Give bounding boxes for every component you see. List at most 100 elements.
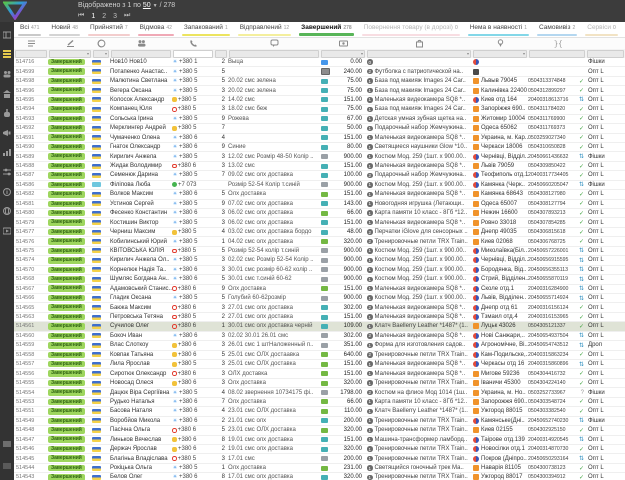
filter-phone-input[interactable] (173, 50, 213, 58)
clients-icon[interactable] (2, 69, 12, 79)
order-row[interactable]: 514566ЗавершенийГладик Оксана✳+380 55Гол… (14, 294, 625, 303)
filter-city-input[interactable]: ▾ (473, 50, 527, 58)
store-icon[interactable] (2, 89, 12, 99)
messenger-ring-icon[interactable] (172, 164, 177, 169)
tab-10[interactable]: Самовивіз2 (533, 22, 581, 37)
order-row[interactable]: 514554ЗавершенийДацюк Віра Сергіївна✳+38… (14, 388, 625, 397)
order-row[interactable]: 514559ЗавершенийВлас Слоткоу+380 6326.01… (14, 341, 625, 350)
messenger-star-icon[interactable]: ✳ (172, 154, 178, 160)
tab-11[interactable]: Сервіси0 (581, 22, 621, 37)
settings-sliders-icon[interactable] (2, 167, 12, 177)
info-icon[interactable] (2, 187, 12, 197)
order-row[interactable]: 514576ЗавершенийКобилинський Юрий✳+380 5… (14, 237, 625, 246)
messenger-star-icon[interactable]: ✳ (172, 295, 178, 301)
filter-status-input[interactable]: ▾ (49, 50, 91, 58)
header-order-id-icon[interactable] (14, 38, 48, 49)
header-country-icon[interactable] (92, 38, 110, 49)
header-products-icon[interactable] (366, 38, 472, 49)
messenger-star-icon[interactable]: ✳ (172, 59, 178, 65)
filter-product-dropdown-icon[interactable]: ▾ (467, 51, 469, 56)
order-row[interactable]: 514574ЗавершенийКирилич Анжела Ол..✳+380… (14, 256, 625, 265)
messenger-liq-icon[interactable] (172, 97, 177, 102)
order-row[interactable]: 514591ЗавершенийЧумаченко Олена✳+380 641… (14, 134, 625, 143)
order-row[interactable]: 514553ЗавершенийРудько Наталья✳+380 67Ол… (14, 398, 625, 407)
messenger-star-icon[interactable]: ✳ (172, 390, 178, 396)
stats-icon[interactable] (2, 147, 12, 157)
messenger-star-icon[interactable]: ✳ (172, 333, 178, 339)
order-row[interactable]: 514570ЗавершенийКорнелюк Надія Та..✳+380… (14, 266, 625, 275)
app-logo-icon[interactable] (3, 1, 27, 20)
messenger-star-icon[interactable]: ✳ (172, 201, 178, 207)
header-tracking-icon[interactable]: }{ (528, 38, 586, 49)
order-row[interactable]: 514592ЗавершенийМерклингер Андрей+380 57… (14, 124, 625, 133)
panel-toggle-icon[interactable] (2, 30, 12, 40)
tab-5[interactable]: Запакований1 (178, 22, 234, 37)
messenger-star-icon[interactable]: ✳ (172, 88, 178, 94)
order-row[interactable]: 514586ЗавершенийФіліпова Люба+7 073Розмі… (14, 181, 625, 190)
order-row[interactable]: 514588ЗавершенийЖидак Володимир+380 6313… (14, 162, 625, 171)
header-phone-icon[interactable] (172, 38, 214, 49)
filter-tracking-input[interactable] (529, 50, 585, 58)
messenger-star-icon[interactable]: ✳ (172, 78, 178, 84)
header-payment-icon[interactable] (320, 38, 366, 49)
messenger-star-icon[interactable]: ✳ (172, 144, 178, 150)
messenger-star-icon[interactable]: ✳ (172, 191, 178, 197)
last-page-button[interactable]: ⏭ (124, 12, 130, 20)
filter-amount-dropdown-icon[interactable]: ▾ (361, 51, 363, 56)
order-row[interactable]: 514579ЗавершенийКостишин Виктор✳+380 530… (14, 218, 625, 227)
messenger-star-icon[interactable]: ✳ (172, 474, 178, 480)
messenger-liq-icon[interactable] (172, 126, 177, 131)
order-row[interactable]: 514558ЗавершенийКовпак Татьяна+380 6525.… (14, 351, 625, 360)
filter-tag-input[interactable] (587, 50, 624, 58)
megaphone-icon[interactable] (2, 128, 12, 138)
order-row[interactable]: 514595ЗавершенийКолосок Александр+380 52… (14, 96, 625, 105)
header-client-icon[interactable] (110, 38, 172, 49)
filter-status-dropdown-icon[interactable]: ▾ (87, 51, 89, 56)
order-row[interactable]: 514548ЗавершенийПасічна Ольга+380 6523.0… (14, 426, 625, 435)
messenger-star-icon[interactable]: ✳ (172, 69, 178, 75)
order-row[interactable]: 514561ЗавершенийСучилов Олег+380 6130.01… (14, 322, 625, 331)
filter-name-input[interactable] (111, 50, 171, 58)
order-row[interactable]: 514563ЗавершенийПетровська Тетяна+380 52… (14, 313, 625, 322)
tab-6[interactable]: Відправлений12 (234, 22, 295, 37)
messenger-wa-icon[interactable] (172, 182, 177, 187)
messenger-liq-icon[interactable] (172, 362, 177, 367)
orders-list-icon[interactable] (2, 49, 12, 59)
messenger-liq-icon[interactable] (172, 230, 177, 235)
order-row[interactable]: 514551ЗавершенийБасова Наталя✳+380 6423.… (14, 407, 625, 416)
filter-count-input[interactable] (215, 50, 227, 58)
messenger-liq-icon[interactable] (172, 381, 177, 386)
order-row[interactable]: 514593ЗавершенийСольська Ірина✳+380 59Ро… (14, 115, 625, 124)
messenger-star-icon[interactable]: ✳ (172, 210, 178, 216)
tab-2[interactable]: Новий48 (45, 22, 84, 37)
order-row[interactable]: 514581ЗавершенийУстинов Сергей✳+380 5907… (14, 200, 625, 209)
order-row[interactable]: 514590ЗавершенийГнаток Олександр✳+380 69… (14, 143, 625, 152)
bottom-block-2-icon[interactable] (2, 462, 12, 472)
page-button-3[interactable]: 3 (113, 13, 117, 20)
tab-8[interactable]: Повернення товару (в дорозі)0 (358, 22, 464, 37)
messenger-star-icon[interactable]: ✳ (172, 239, 178, 245)
order-row[interactable]: 514546ЗавершенийДержач Ярослав+380 6219.… (14, 445, 625, 454)
filter-comment-input[interactable] (229, 50, 319, 58)
messenger-star-icon[interactable]: ✳ (172, 257, 178, 263)
globe-icon[interactable] (2, 206, 12, 216)
header-comment-icon[interactable] (228, 38, 320, 49)
messenger-star-icon[interactable]: ✳ (172, 135, 178, 141)
page-size-caret-icon[interactable]: ▼ (153, 3, 158, 9)
order-row[interactable]: 514565ЗавершенийБаюка Максим+380 6327.01… (14, 303, 625, 312)
hand-icon[interactable] (2, 108, 12, 118)
order-row[interactable]: 514596ЗавершенийВегера Оксана✳+380 5320.… (14, 86, 625, 95)
messenger-star-icon[interactable]: ✳ (172, 116, 178, 122)
messenger-star-icon[interactable]: ✳ (172, 408, 178, 414)
messenger-liq-icon[interactable] (172, 437, 177, 442)
order-row[interactable]: 514560ЗавершенийБокоч Иван✳+380 6302.02 … (14, 332, 625, 341)
messenger-star-icon[interactable]: ✳ (172, 220, 178, 226)
messenger-liq-icon[interactable] (172, 343, 177, 348)
bottom-block-1-icon[interactable] (2, 440, 12, 450)
order-row[interactable]: 514549ЗавершенийВоробйов Микола✳+380 622… (14, 417, 625, 426)
order-row[interactable]: 514599ЗавершенийПотапенко Анастас..✳+380… (14, 67, 625, 76)
messenger-ring-icon[interactable] (172, 428, 177, 433)
order-row[interactable]: 514577ЗавершенийЧерниш Максим+380 5403.0… (14, 228, 625, 237)
filter-city-dropdown-icon[interactable]: ▾ (523, 51, 525, 56)
messenger-star-icon[interactable]: ✳ (172, 399, 178, 405)
